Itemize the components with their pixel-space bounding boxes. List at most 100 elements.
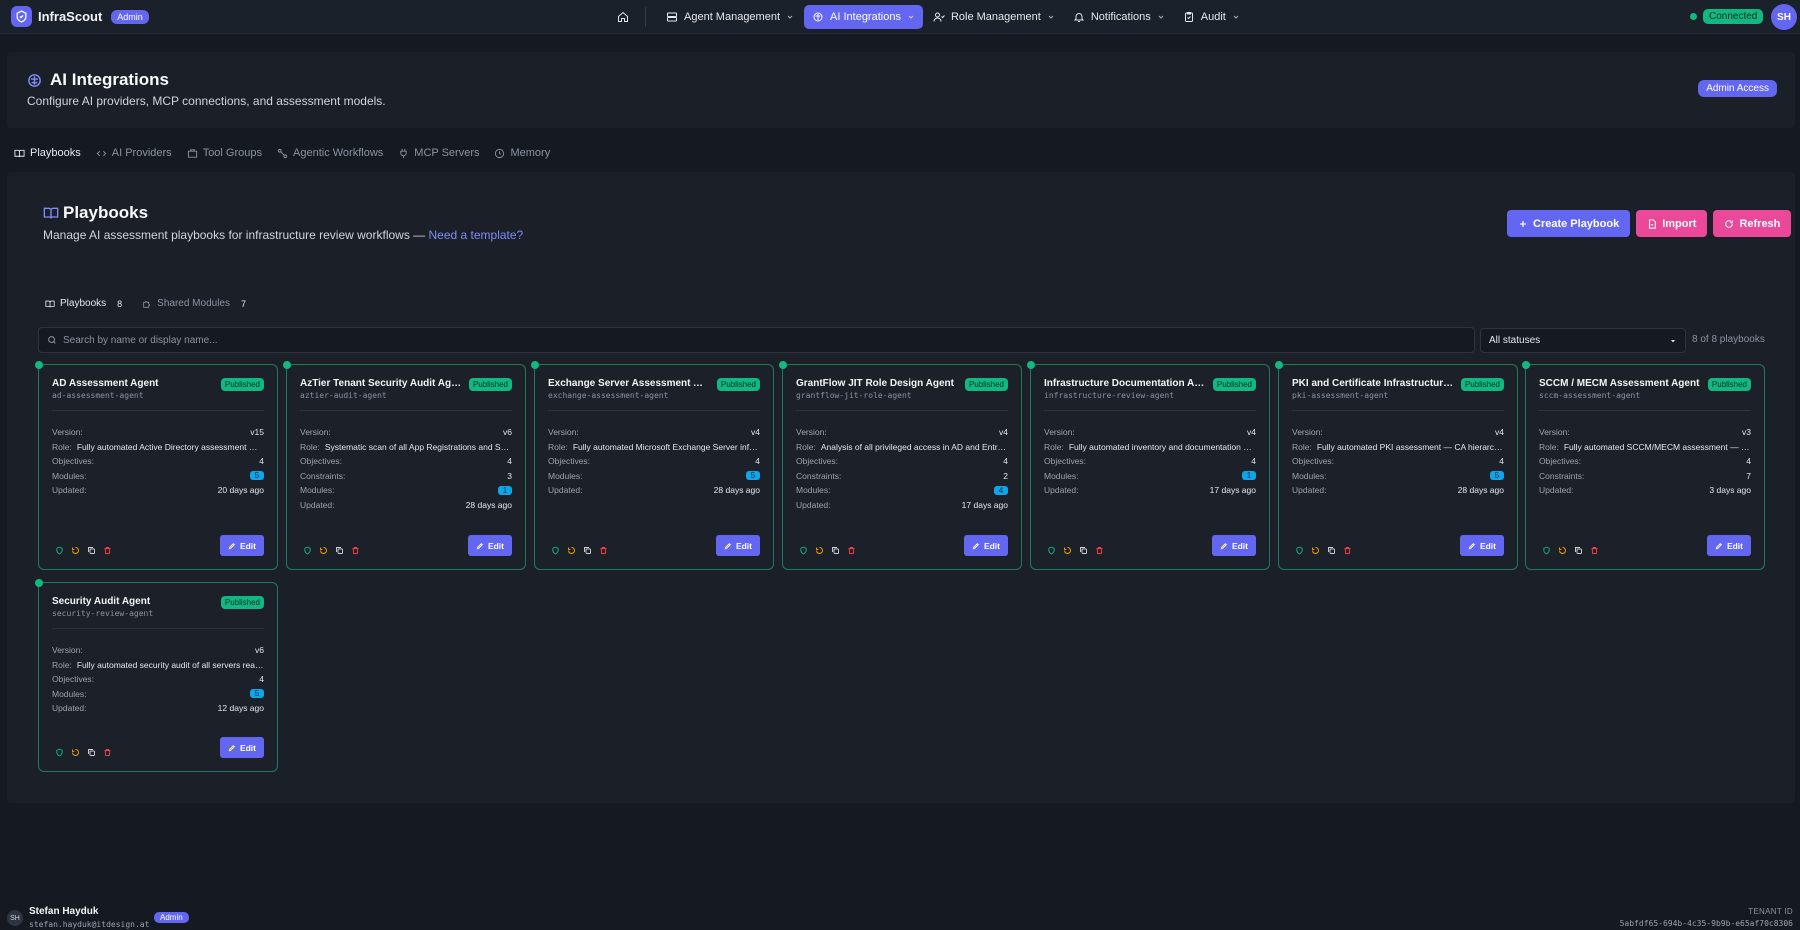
tab-playbooks[interactable]: Playbooks bbox=[14, 147, 81, 159]
updated-row: Updated: 20 days ago bbox=[52, 483, 264, 498]
nav-role-management[interactable]: Role Management bbox=[925, 5, 1063, 29]
edit-button[interactable]: Edit bbox=[219, 737, 264, 758]
tab-label: Tool Groups bbox=[202, 147, 262, 159]
tab-memory[interactable]: Memory bbox=[494, 147, 550, 159]
playbook-card[interactable]: SCCM / MECM Assessment Agent sccm-assess… bbox=[1522, 361, 1765, 570]
role-row: Role: Fully automated Active Directory as… bbox=[52, 440, 264, 455]
edit-button[interactable]: Edit bbox=[219, 535, 264, 556]
nav-ai-integrations[interactable]: AI Integrations bbox=[804, 5, 923, 29]
copy-icon[interactable] bbox=[335, 546, 344, 555]
updated-row: Updated: 12 days ago bbox=[52, 701, 264, 716]
copy-icon[interactable] bbox=[87, 748, 96, 757]
brand[interactable]: InfraScout Admin bbox=[11, 6, 149, 27]
playbook-card[interactable]: AD Assessment Agent ad-assessment-agent … bbox=[35, 361, 278, 570]
shield-check-icon[interactable] bbox=[551, 546, 560, 555]
tab-mcp-servers[interactable]: MCP Servers bbox=[398, 147, 479, 159]
subtab-shared-modules[interactable]: Shared Modules 7 bbox=[142, 298, 246, 309]
trash-icon[interactable] bbox=[1590, 546, 1599, 555]
nav-agent-management[interactable]: Agent Management bbox=[658, 5, 802, 29]
trash-icon[interactable] bbox=[103, 748, 112, 757]
history-icon[interactable] bbox=[567, 546, 576, 555]
avatar[interactable]: SH bbox=[7, 910, 23, 926]
tab-ai-providers[interactable]: AI Providers bbox=[96, 147, 172, 159]
history-icon[interactable] bbox=[1558, 546, 1567, 555]
edit-button[interactable]: Edit bbox=[715, 535, 760, 556]
book-icon bbox=[14, 149, 25, 157]
edit-button[interactable]: Edit bbox=[1211, 535, 1256, 556]
edit-button[interactable]: Edit bbox=[1706, 535, 1751, 556]
edit-button[interactable]: Edit bbox=[1459, 535, 1504, 556]
status-dot bbox=[1522, 361, 1530, 369]
tab-tool-groups[interactable]: Tool Groups bbox=[187, 147, 262, 159]
playbook-card[interactable]: GrantFlow JIT Role Design Agent grantflo… bbox=[779, 361, 1022, 570]
shield-check-icon[interactable] bbox=[55, 546, 64, 555]
shield-check-icon[interactable] bbox=[303, 546, 312, 555]
playbook-details: Version: v4 Role: Fully automated Microsoft… bbox=[548, 425, 760, 498]
history-icon[interactable] bbox=[1063, 546, 1072, 555]
trash-icon[interactable] bbox=[847, 546, 856, 555]
trash-icon[interactable] bbox=[1095, 546, 1104, 555]
copy-icon[interactable] bbox=[87, 546, 96, 555]
import-button[interactable]: Import bbox=[1636, 210, 1708, 237]
subtab-playbooks[interactable]: Playbooks 8 bbox=[45, 298, 122, 309]
shield-check-icon[interactable] bbox=[55, 748, 64, 757]
copy-icon[interactable] bbox=[1079, 546, 1088, 555]
status-badge: Published bbox=[220, 378, 264, 391]
copy-icon[interactable] bbox=[1574, 546, 1583, 555]
search-input[interactable] bbox=[63, 334, 1443, 346]
updated-value: 12 days ago bbox=[217, 703, 264, 714]
trash-icon[interactable] bbox=[351, 546, 360, 555]
shield-check-icon[interactable] bbox=[799, 546, 808, 555]
button-label: Edit bbox=[735, 540, 752, 551]
nav-audit[interactable]: Audit bbox=[1175, 5, 1248, 29]
history-icon[interactable] bbox=[71, 546, 80, 555]
history-icon[interactable] bbox=[1311, 546, 1320, 555]
top-bar: InfraScout Admin Agent Management AI Int… bbox=[0, 0, 1800, 34]
playbook-card[interactable]: PKI and Certificate Infrastructure ... p… bbox=[1275, 361, 1518, 570]
shield-check-icon[interactable] bbox=[1295, 546, 1304, 555]
trash-icon[interactable] bbox=[103, 546, 112, 555]
history-icon[interactable] bbox=[71, 748, 80, 757]
integration-tabs: Playbooks AI Providers Tool Groups Agent… bbox=[14, 147, 550, 159]
role-badge: Admin bbox=[111, 9, 149, 24]
page-header: AI Integrations Configure AI providers, … bbox=[7, 52, 1795, 128]
code-icon bbox=[96, 150, 107, 156]
divider bbox=[1044, 410, 1256, 411]
admin-access-badge: Admin Access bbox=[1698, 80, 1777, 97]
user-name: Stefan Hayduk bbox=[29, 906, 99, 917]
shield-check-icon[interactable] bbox=[1542, 546, 1551, 555]
history-icon[interactable] bbox=[815, 546, 824, 555]
copy-icon[interactable] bbox=[583, 546, 592, 555]
edit-button[interactable]: Edit bbox=[467, 535, 512, 556]
template-link[interactable]: Need a template? bbox=[429, 228, 524, 242]
user-avatar[interactable]: SH bbox=[1771, 4, 1797, 30]
history-icon[interactable] bbox=[319, 546, 328, 555]
pencil-icon bbox=[1715, 542, 1722, 549]
status-filter-select[interactable]: All statuses bbox=[1480, 328, 1686, 353]
refresh-button[interactable]: Refresh bbox=[1713, 210, 1792, 237]
trash-icon[interactable] bbox=[599, 546, 608, 555]
home-icon[interactable] bbox=[611, 5, 635, 29]
playbook-card[interactable]: Exchange Server Assessment Ag... exchang… bbox=[531, 361, 774, 570]
playbook-card[interactable]: AzTier Tenant Security Audit Agent aztie… bbox=[283, 361, 526, 570]
version-row: Version: v6 bbox=[52, 643, 264, 658]
status-dot bbox=[1275, 361, 1283, 369]
field-label: Modules: bbox=[796, 485, 831, 496]
edit-button[interactable]: Edit bbox=[963, 535, 1008, 556]
divider bbox=[548, 410, 760, 411]
field-label: Updated: bbox=[1292, 485, 1327, 496]
copy-icon[interactable] bbox=[1327, 546, 1336, 555]
copy-icon[interactable] bbox=[831, 546, 840, 555]
playbook-card[interactable]: Infrastructure Documentation Ag... infra… bbox=[1027, 361, 1270, 570]
create-playbook-button[interactable]: Create Playbook bbox=[1507, 210, 1631, 237]
card-action-icons bbox=[799, 546, 856, 555]
modules-row: Modules: 4 bbox=[796, 483, 1008, 498]
chevron-down-icon bbox=[1158, 15, 1164, 19]
shield-check-icon[interactable] bbox=[1047, 546, 1056, 555]
nav-notifications[interactable]: Notifications bbox=[1065, 5, 1173, 29]
playbook-card[interactable]: Security Audit Agent security-review-age… bbox=[35, 579, 278, 772]
tab-agentic-workflows[interactable]: Agentic Workflows bbox=[277, 147, 383, 159]
trash-icon[interactable] bbox=[1343, 546, 1352, 555]
status-dot bbox=[283, 361, 291, 369]
button-label: Create Playbook bbox=[1533, 217, 1620, 230]
